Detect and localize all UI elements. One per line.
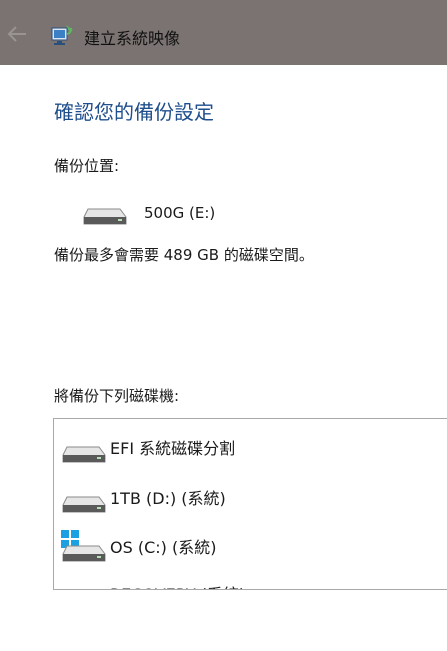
backup-location-label: 備份位置: — [54, 157, 120, 175]
drives-list-label: 將備份下列磁碟機: — [54, 387, 180, 405]
drive-label: EFI 系統磁碟分割 — [110, 439, 236, 458]
hard-drive-icon — [61, 589, 107, 590]
list-item[interactable]: RECOVERY (系統) — [54, 577, 447, 590]
hard-drive-icon — [62, 446, 106, 463]
list-item[interactable]: 1TB (D:) (系統) — [54, 481, 447, 527]
drive-label: RECOVERY (系統) — [110, 581, 245, 589]
hard-drive-icon — [62, 496, 106, 513]
drives-list[interactable]: EFI 系統磁碟分割 1TB (D:) (系統) OS (C:) (系統) RE… — [53, 418, 447, 590]
back-button[interactable] — [6, 24, 28, 44]
back-arrow-icon — [7, 26, 26, 42]
window-title: 建立系統映像 — [84, 29, 181, 48]
drive-label: OS (C:) (系統) — [110, 538, 217, 557]
title-bar: 建立系統映像 — [0, 0, 447, 65]
drive-label: 1TB (D:) (系統) — [110, 489, 226, 508]
windows-drive-icon — [62, 545, 106, 562]
page-title: 確認您的備份設定 — [54, 100, 214, 124]
list-item[interactable]: EFI 系統磁碟分割 — [54, 431, 447, 477]
backup-restore-icon — [49, 22, 75, 48]
backup-target-label: 500G (E:) — [144, 204, 216, 222]
list-item[interactable]: OS (C:) (系統) — [54, 530, 447, 576]
space-required-text: 備份最多會需要 489 GB 的磁碟空間。 — [54, 246, 314, 264]
hard-drive-icon — [83, 208, 127, 225]
